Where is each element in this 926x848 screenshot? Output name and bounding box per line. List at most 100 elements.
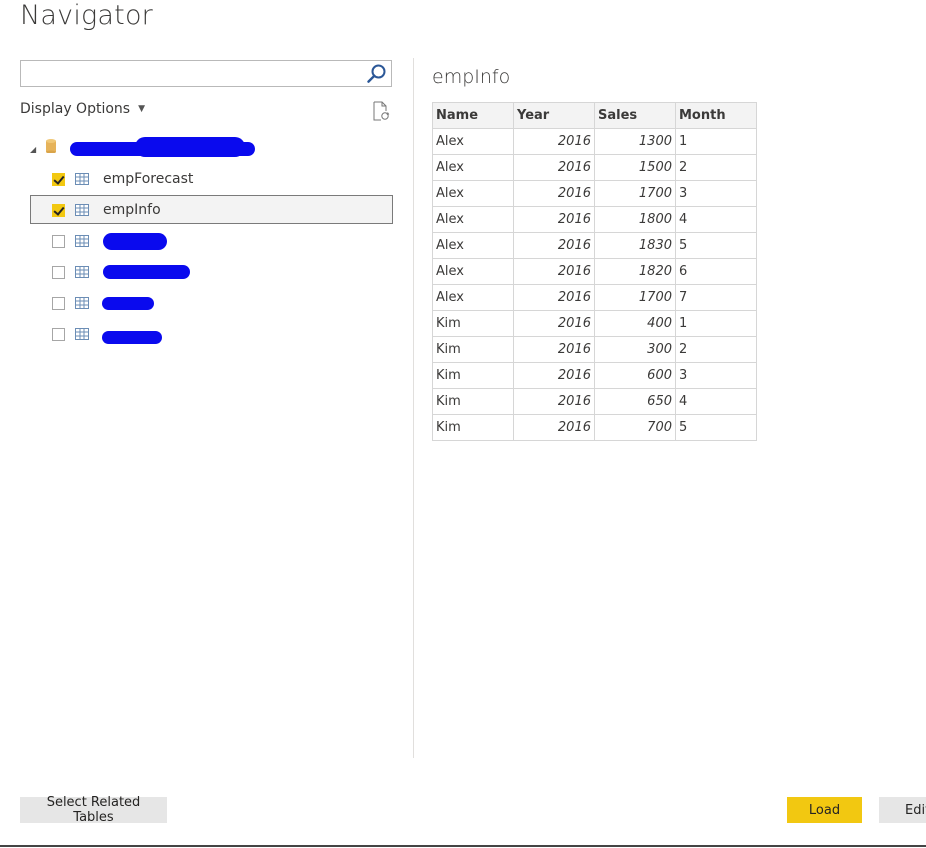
table-icon: [75, 297, 89, 309]
window-title: Navigator: [20, 0, 153, 31]
table-row: Alex 2016 1500 2: [432, 154, 757, 181]
column-header: Month: [675, 102, 757, 129]
table-cell: 400: [594, 310, 676, 337]
display-options-label: Display Options: [20, 101, 131, 117]
search-icon[interactable]: [367, 64, 387, 84]
checkbox-unchecked[interactable]: [52, 235, 65, 248]
table-row: Kim 2016 300 2: [432, 336, 757, 363]
table-cell: 2016: [513, 128, 595, 155]
redacted-table-name: [102, 297, 154, 310]
edit-button[interactable]: Edit: [879, 797, 926, 823]
table-cell: 5: [675, 414, 757, 441]
table-cell: Kim: [432, 336, 514, 363]
checkbox-checked[interactable]: [52, 204, 65, 217]
table-row: Kim 2016 400 1: [432, 310, 757, 337]
table-row: Alex 2016 1700 7: [432, 284, 757, 311]
table-cell: 2016: [513, 180, 595, 207]
table-cell: 2016: [513, 310, 595, 337]
table-cell: 300: [594, 336, 676, 363]
table-row: Alex 2016 1300 1: [432, 128, 757, 155]
table-cell: 2016: [513, 232, 595, 259]
table-cell: Alex: [432, 128, 514, 155]
select-related-tables-button[interactable]: Select Related Tables: [20, 795, 167, 825]
table-cell: 3: [675, 180, 757, 207]
table-icon: [75, 328, 89, 340]
table-cell: 1: [675, 310, 757, 337]
table-row: Kim 2016 700 5: [432, 414, 757, 441]
table-row: Alex 2016 1830 5: [432, 232, 757, 259]
table-row: Alex 2016 1820 6: [432, 258, 757, 285]
table-cell: Alex: [432, 258, 514, 285]
refresh-icon[interactable]: [372, 101, 390, 121]
table-cell: 2: [675, 154, 757, 181]
table-cell: 7: [675, 284, 757, 311]
table-cell: Alex: [432, 180, 514, 207]
checkbox-unchecked[interactable]: [52, 266, 65, 279]
tree-item-label: empInfo: [103, 202, 161, 218]
preview-title: empInfo: [432, 66, 511, 88]
table-cell: 2016: [513, 154, 595, 181]
table-cell: 2016: [513, 206, 595, 233]
table-cell: 6: [675, 258, 757, 285]
table-row: Kim 2016 650 4: [432, 388, 757, 415]
table-cell: 2016: [513, 284, 595, 311]
table-icon: [75, 204, 89, 216]
table-cell: 3: [675, 362, 757, 389]
table-icon: [75, 173, 89, 185]
table-row: Kim 2016 600 3: [432, 362, 757, 389]
checkbox-unchecked[interactable]: [52, 297, 65, 310]
table-cell: Kim: [432, 414, 514, 441]
search-box[interactable]: [20, 60, 392, 87]
table-cell: Alex: [432, 206, 514, 233]
table-cell: 1: [675, 128, 757, 155]
table-icon: [75, 266, 89, 278]
table-cell: 1820: [594, 258, 676, 285]
table-cell: 2016: [513, 336, 595, 363]
search-input[interactable]: [21, 61, 373, 86]
pane-divider[interactable]: [413, 58, 414, 758]
table-cell: Alex: [432, 154, 514, 181]
column-header: Year: [513, 102, 595, 129]
table-cell: 2016: [513, 388, 595, 415]
redacted-table-name: [103, 265, 190, 279]
table-cell: Kim: [432, 310, 514, 337]
table-cell: 1700: [594, 284, 676, 311]
table-header-row: Name Year Sales Month: [432, 102, 757, 129]
table-cell: 1800: [594, 206, 676, 233]
table-cell: 4: [675, 206, 757, 233]
table-cell: 1300: [594, 128, 676, 155]
redacted-server-name: [135, 137, 245, 157]
window-bottom-border: [0, 845, 926, 847]
table-cell: 1830: [594, 232, 676, 259]
table-cell: 2016: [513, 362, 595, 389]
table-cell: 1700: [594, 180, 676, 207]
tree-item-label: empForecast: [103, 171, 194, 187]
table-row: Alex 2016 1800 4: [432, 206, 757, 233]
column-header: Name: [432, 102, 514, 129]
display-options-dropdown[interactable]: Display Options ▼: [20, 101, 145, 117]
table-cell: 2016: [513, 414, 595, 441]
dropdown-caret-icon: ▼: [138, 104, 145, 114]
table-cell: Kim: [432, 388, 514, 415]
table-cell: Alex: [432, 284, 514, 311]
database-icon: [46, 139, 56, 153]
table-cell: 4: [675, 388, 757, 415]
table-cell: 650: [594, 388, 676, 415]
redacted-table-name: [103, 233, 167, 250]
table-cell: 2016: [513, 258, 595, 285]
table-row: Alex 2016 1700 3: [432, 180, 757, 207]
table-cell: 2: [675, 336, 757, 363]
table-cell: 600: [594, 362, 676, 389]
redacted-table-name: [102, 331, 162, 344]
checkbox-checked[interactable]: [52, 173, 65, 186]
table-cell: Alex: [432, 232, 514, 259]
table-cell: Kim: [432, 362, 514, 389]
table-cell: 5: [675, 232, 757, 259]
load-button[interactable]: Load: [787, 797, 862, 823]
table-cell: 1500: [594, 154, 676, 181]
table-icon: [75, 235, 89, 247]
checkbox-unchecked[interactable]: [52, 328, 65, 341]
preview-table: Name Year Sales Month Alex 2016 1300 1 Alex 2…: [432, 102, 757, 441]
expand-arrow-icon[interactable]: ◢: [30, 145, 36, 154]
table-cell: 700: [594, 414, 676, 441]
